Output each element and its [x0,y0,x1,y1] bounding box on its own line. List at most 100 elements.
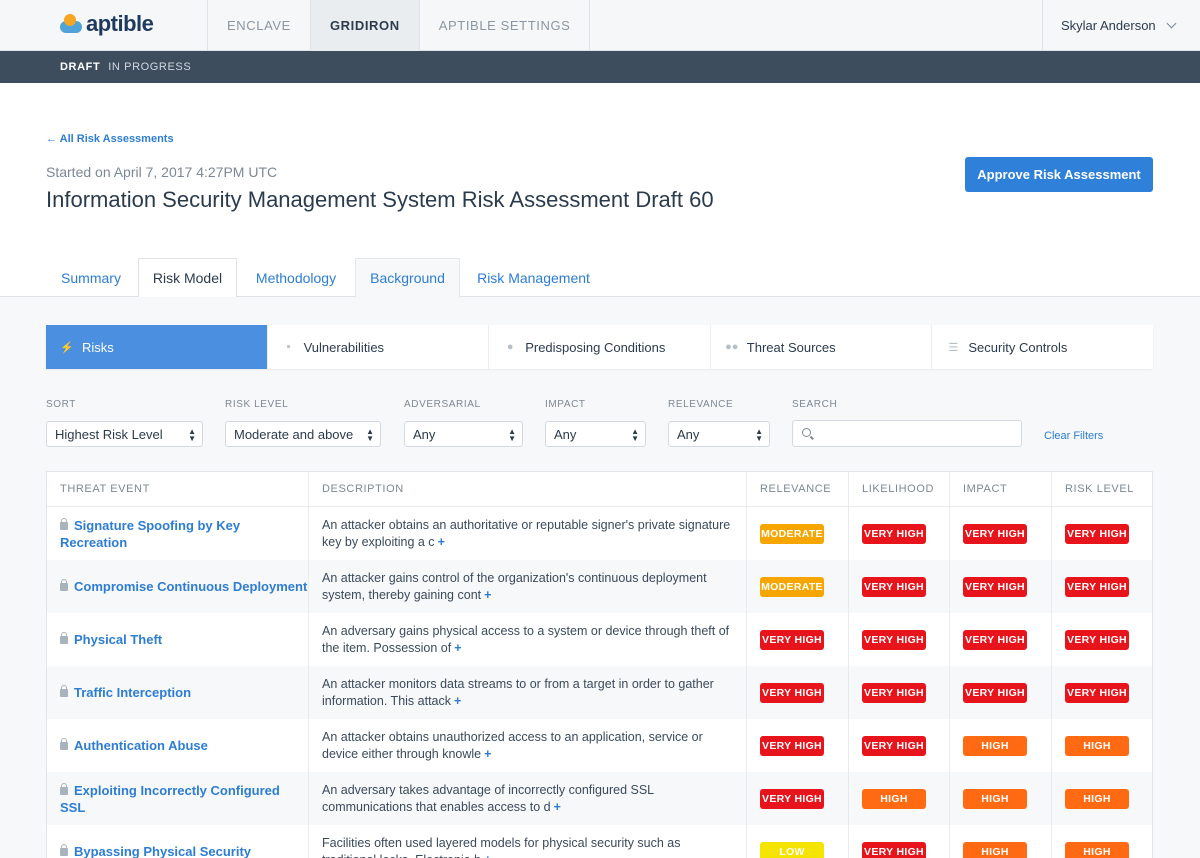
search-input[interactable] [817,423,1017,444]
clear-filters-link[interactable]: Clear Filters [1044,430,1103,442]
relevance-select[interactable]: Any ▲ ▼ [668,421,770,447]
description-text: An attacker gains control of the organiz… [322,570,707,602]
threat-event-name: Compromise Continuous Deployment [74,579,308,594]
lock-icon [60,844,68,856]
user-menu[interactable]: Skylar Anderson [1042,0,1200,51]
approve-button[interactable]: Approve Risk Assessment [965,157,1153,192]
back-link[interactable]: ← All Risk Assessments [46,133,174,145]
chevron-down-icon [1166,18,1177,29]
description-cell: An attacker monitors data streams to or … [309,666,747,719]
tab-methodology[interactable]: Methodology [239,258,353,297]
risk-level-value: Moderate and above [234,426,354,442]
relevance-value: Any [677,426,700,442]
nav-tab-aptible-settings[interactable]: APTIBLE SETTINGS [418,0,591,51]
logo[interactable]: aptible [60,11,154,37]
expand-plus-icon[interactable]: + [484,747,491,761]
select-arrows-icon: ▲ ▼ [508,427,516,443]
relevance-cell: VERY HIGH [747,666,849,719]
risk-level-select[interactable]: Moderate and above ▲ ▼ [225,421,381,447]
impact-value: Any [554,426,577,442]
threat-event-link[interactable]: Compromise Continuous Deployment [60,578,307,595]
subtab-predisposing-conditions[interactable]: ● Predisposing Conditions [489,325,711,369]
table-row: Physical Theft An adversary gains physica… [47,613,1152,666]
tab-risk-model[interactable]: Risk Model [138,258,237,298]
risks-table: THREAT EVENT DESCRIPTION RELEVANCE LIKEL… [46,471,1153,858]
threat-event-link[interactable]: Traffic Interception [60,684,191,701]
subtab-label: Vulnerabilities [303,339,385,355]
users-icon: ●● [725,341,739,353]
likelihood-cell: VERY HIGH [849,560,950,613]
search-field[interactable] [792,420,1022,447]
description-text: An attacker obtains unauthorized access … [322,729,703,761]
relevance-cell: VERY HIGH [747,719,849,772]
tab-summary[interactable]: Summary [46,258,136,297]
impact-cell: VERY HIGH [950,507,1052,560]
nav-tab-gridiron[interactable]: GRIDIRON [309,0,419,51]
table-row: Exploiting Incorrectly Configured SSL An … [47,772,1152,825]
threat-event-name: Traffic Interception [74,685,192,700]
subtab-risks[interactable]: ⚡ Risks [46,325,268,369]
expand-plus-icon[interactable]: + [454,694,461,708]
impact-badge: HIGH [963,788,1027,809]
draft-label: DRAFT [60,61,101,73]
subtab-security-controls[interactable]: ☰ Security Controls [932,325,1153,369]
risk-level-badge: HIGH [1065,788,1129,809]
relevance-cell: MODERATE [747,560,849,613]
threat-event-link[interactable]: Exploiting Incorrectly Configured SSL [60,782,308,816]
expand-plus-icon[interactable]: + [554,800,561,814]
expand-plus-icon[interactable]: + [484,588,491,602]
expand-plus-icon[interactable]: + [438,535,445,549]
sliders-icon: ☰ [948,341,959,354]
impact-cell: HIGH [950,825,1052,858]
threat-event-link[interactable]: Bypassing Physical Security [60,843,251,858]
expand-plus-icon[interactable]: + [484,853,491,858]
relevance-badge: VERY HIGH [760,735,824,756]
sort-value: Highest Risk Level [55,426,163,442]
col-risk-level[interactable]: RISK LEVEL [1052,472,1152,507]
threat-event-name: Signature Spoofing by Key Recreation [60,517,241,550]
impact-cell: HIGH [950,719,1052,772]
risk-level-cell: VERY HIGH [1052,507,1152,560]
select-arrows-icon: ▲ ▼ [366,427,374,443]
impact-badge: HIGH [963,735,1027,756]
tab-background[interactable]: Background [355,258,460,297]
relevance-badge: VERY HIGH [760,788,824,809]
lock-icon [60,782,68,795]
col-threat-event[interactable]: THREAT EVENT [47,472,309,507]
col-relevance[interactable]: RELEVANCE [747,472,849,507]
likelihood-cell: VERY HIGH [849,507,950,560]
col-likelihood[interactable]: LIKELIHOOD [849,472,950,507]
threat-event-name: Authentication Abuse [74,738,208,753]
tab-risk-management[interactable]: Risk Management [462,258,605,297]
risk-level-badge: VERY HIGH [1065,523,1129,544]
risk-level-cell: HIGH [1052,719,1152,772]
impact-select[interactable]: Any ▲ ▼ [545,421,646,447]
sort-label: SORT [46,399,76,410]
risk-level-cell: HIGH [1052,825,1152,858]
table-row: Signature Spoofing by Key Recreation An a… [47,507,1152,560]
adversarial-value: Any [413,426,436,442]
col-description: DESCRIPTION [309,472,747,507]
threat-event-cell: Traffic Interception [47,666,309,719]
adversarial-select[interactable]: Any ▲ ▼ [404,421,523,447]
threat-event-link[interactable]: Physical Theft [60,631,162,648]
impact-label: IMPACT [545,399,586,410]
sort-select[interactable]: Highest Risk Level ▲ ▼ [46,421,203,447]
aptible-logo-icon [60,13,82,35]
impact-cell: VERY HIGH [950,666,1052,719]
description-cell: An attacker obtains an authoritative or … [309,507,747,560]
risk-level-badge: VERY HIGH [1065,682,1129,703]
select-arrows-icon: ▲ ▼ [755,427,763,443]
col-impact[interactable]: IMPACT [950,472,1052,507]
nav-tab-enclave[interactable]: ENCLAVE [207,0,310,51]
threat-event-link[interactable]: Authentication Abuse [60,737,208,754]
relevance-badge: LOW [760,841,824,858]
expand-plus-icon[interactable]: + [454,641,461,655]
likelihood-badge: VERY HIGH [862,576,926,597]
impact-badge: VERY HIGH [963,523,1027,544]
likelihood-cell: HIGH [849,772,950,825]
threat-event-link[interactable]: Signature Spoofing by Key Recreation [60,517,308,551]
subtab-vulnerabilities[interactable]: ▪ Vulnerabilities [267,325,490,369]
subtab-threat-sources[interactable]: ●● Threat Sources [710,325,933,369]
table-row: Authentication Abuse An attacker obtains … [47,719,1152,772]
